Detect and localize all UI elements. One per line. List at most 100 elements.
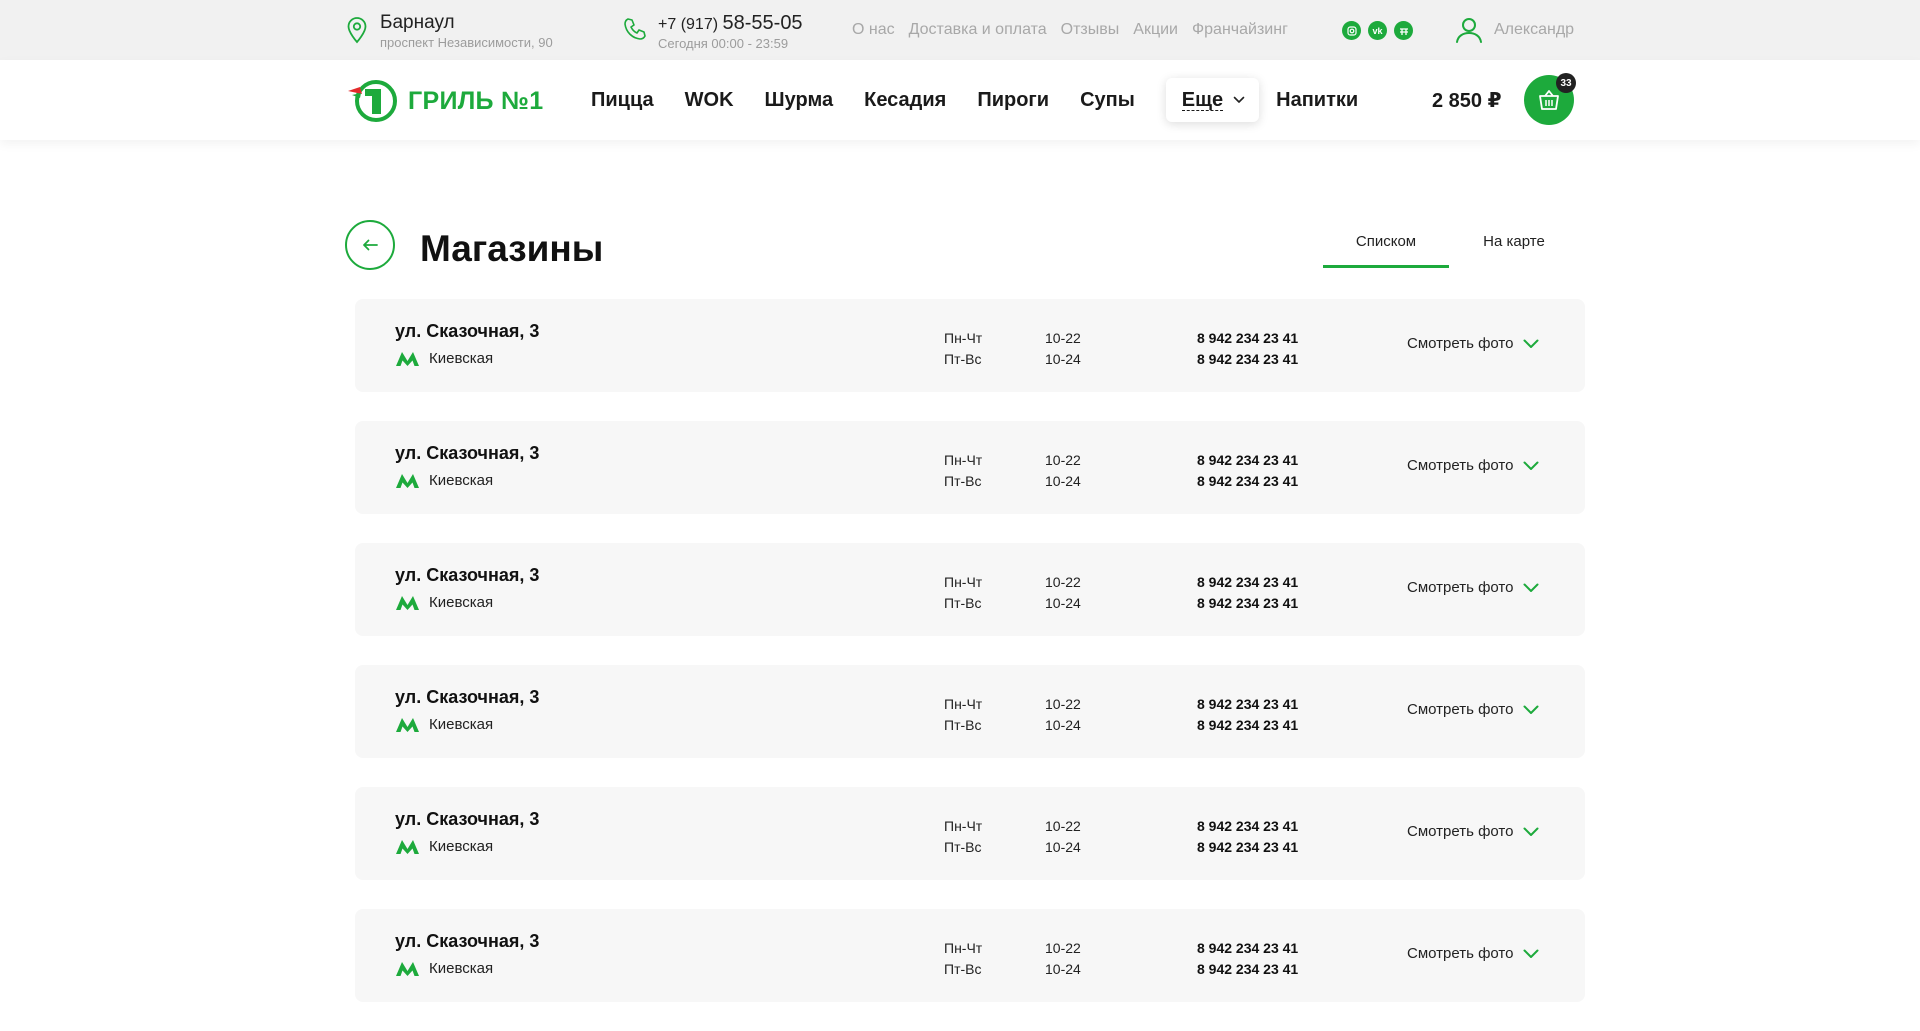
hours-weekend: 10-24 xyxy=(1045,351,1081,367)
nav-item-soups[interactable]: Супы xyxy=(1080,89,1135,112)
view-photo-button[interactable]: Смотреть фото xyxy=(1407,579,1539,596)
phone-link[interactable]: 8 942 234 23 41 xyxy=(1197,450,1298,471)
metro-station: Киевская xyxy=(395,350,493,367)
days-weekday: Пн-Чт xyxy=(944,574,983,590)
phone-icon xyxy=(624,18,646,40)
phone-link[interactable]: 8 942 234 23 41 xyxy=(1197,938,1298,959)
days-weekend: Пт-Вс xyxy=(944,595,982,611)
user-name: Александр xyxy=(1494,21,1575,38)
days-weekday: Пн-Чт xyxy=(944,330,983,346)
phone-link[interactable]: 8 942 234 23 41 xyxy=(1197,572,1298,593)
page-title: Магазины xyxy=(420,228,604,269)
link-reviews[interactable]: Отзывы xyxy=(1061,21,1120,39)
chevron-down-icon xyxy=(1523,705,1539,714)
view-photo-button[interactable]: Смотреть фото xyxy=(1407,823,1539,840)
nav-item-pizza[interactable]: Пицца xyxy=(591,89,654,112)
user-icon xyxy=(1456,18,1482,43)
store-address: ул. Сказочная, 3 xyxy=(395,443,540,463)
link-delivery[interactable]: Доставка и оплата xyxy=(909,21,1047,39)
nav-item-drinks[interactable]: Напитки xyxy=(1276,89,1358,112)
link-franchise[interactable]: Франчайзинг xyxy=(1192,21,1288,39)
vk-icon[interactable]: vk xyxy=(1368,21,1387,40)
cart-button[interactable]: 33 xyxy=(1524,73,1576,125)
link-promotions[interactable]: Акции xyxy=(1133,21,1178,39)
view-photo-button[interactable]: Смотреть фото xyxy=(1407,335,1539,352)
chevron-down-icon xyxy=(1523,827,1539,836)
cart-count-badge: 33 xyxy=(1556,73,1576,93)
metro-station: Киевская xyxy=(395,716,493,733)
store-phones: 8 942 234 23 41 8 942 234 23 41 xyxy=(1197,816,1298,858)
phone-link[interactable]: 8 942 234 23 41 xyxy=(1197,816,1298,837)
days-weekday: Пн-Чт xyxy=(944,696,983,712)
instagram-icon[interactable] xyxy=(1342,21,1361,40)
hours-weekday: 10-22 xyxy=(1045,330,1081,346)
tab-list-view[interactable]: Списком xyxy=(1323,222,1449,268)
store-card: ул. Сказочная, 3 Киевская Пн-Чт Пт-Вс 10-… xyxy=(355,543,1585,636)
user-account[interactable]: Александр xyxy=(1454,16,1574,44)
nav-item-wok[interactable]: WOK xyxy=(685,89,734,112)
title-row: Магазины Списком На карте xyxy=(0,140,1920,270)
metro-name: Киевская xyxy=(429,594,494,611)
hours-weekday: 10-22 xyxy=(1045,940,1081,956)
working-hours: 10-22 10-24 xyxy=(1045,938,1081,980)
days-weekend: Пт-Вс xyxy=(944,473,982,489)
view-photo-label: Смотреть фото xyxy=(1407,823,1514,840)
chevron-down-icon xyxy=(1523,339,1539,348)
city-name[interactable]: Барнаул xyxy=(380,12,553,34)
hours-weekend: 10-24 xyxy=(1045,717,1081,733)
phone-link[interactable]: 8 942 234 23 41 xyxy=(1197,715,1298,736)
nav-item-shawarma[interactable]: Шурма xyxy=(765,89,834,112)
store-address: ул. Сказочная, 3 xyxy=(395,809,540,829)
metro-icon xyxy=(396,595,419,610)
phone-link[interactable]: 8 942 234 23 41 xyxy=(1197,694,1298,715)
working-hours: 10-22 10-24 xyxy=(1045,328,1081,370)
view-photo-label: Смотреть фото xyxy=(1407,457,1514,474)
top-bar: Барнаул проспект Независимости, 90 +7 (9… xyxy=(0,0,1920,60)
store-phones: 8 942 234 23 41 8 942 234 23 41 xyxy=(1197,938,1298,980)
hours-weekend: 10-24 xyxy=(1045,839,1081,855)
main-header: ГРИЛЬ №1 Пицца WOK Шурма Кесадия Пироги … xyxy=(0,60,1920,140)
working-days: Пн-Чт Пт-Вс xyxy=(944,328,982,370)
link-about[interactable]: О нас xyxy=(852,21,895,39)
phone-number[interactable]: +7 (917) 58-55-05 xyxy=(658,12,803,36)
working-hours: 10-22 10-24 xyxy=(1045,694,1081,736)
view-photo-label: Смотреть фото xyxy=(1407,335,1514,352)
days-weekend: Пт-Вс xyxy=(944,717,982,733)
cart-total: 2 850 ₽ xyxy=(1432,90,1502,112)
working-days: Пн-Чт Пт-Вс xyxy=(944,938,982,980)
chevron-down-icon xyxy=(1523,949,1539,958)
view-photo-button[interactable]: Смотреть фото xyxy=(1407,701,1539,718)
working-days: Пн-Чт Пт-Вс xyxy=(944,572,982,614)
metro-station: Киевская xyxy=(395,472,493,489)
store-card: ул. Сказочная, 3 Киевская Пн-Чт Пт-Вс 10-… xyxy=(355,909,1585,1002)
working-days: Пн-Чт Пт-Вс xyxy=(944,694,982,736)
phone-link[interactable]: 8 942 234 23 41 xyxy=(1197,328,1298,349)
phone-prefix: +7 (917) xyxy=(658,16,719,33)
phone-link[interactable]: 8 942 234 23 41 xyxy=(1197,593,1298,614)
nav-item-quesadilla[interactable]: Кесадия xyxy=(864,89,946,112)
view-photo-button[interactable]: Смотреть фото xyxy=(1407,457,1539,474)
logo[interactable]: ГРИЛЬ №1 xyxy=(346,76,543,126)
metro-name: Киевская xyxy=(429,350,494,367)
nav-more-dropdown[interactable]: Еще xyxy=(1165,78,1260,122)
main-nav: Пицца WOK Шурма Кесадия Пироги Супы Еще … xyxy=(591,60,1389,140)
hours-weekend: 10-24 xyxy=(1045,595,1081,611)
telegram-icon[interactable] xyxy=(1394,21,1413,40)
nav-item-pies[interactable]: Пироги xyxy=(977,89,1049,112)
store-address: ул. Сказочная, 3 xyxy=(395,687,540,707)
phone-link[interactable]: 8 942 234 23 41 xyxy=(1197,349,1298,370)
store-card: ул. Сказочная, 3 Киевская Пн-Чт Пт-Вс 10-… xyxy=(355,665,1585,758)
tab-map-view[interactable]: На карте xyxy=(1451,222,1577,268)
view-photo-label: Смотреть фото xyxy=(1407,945,1514,962)
view-photo-button[interactable]: Смотреть фото xyxy=(1407,945,1539,962)
chevron-down-icon xyxy=(1523,583,1539,592)
store-address: ул. Сказочная, 3 xyxy=(395,931,540,951)
phone-link[interactable]: 8 942 234 23 41 xyxy=(1197,471,1298,492)
phone-link[interactable]: 8 942 234 23 41 xyxy=(1197,959,1298,980)
metro-station: Киевская xyxy=(395,838,493,855)
store-card: ул. Сказочная, 3 Киевская Пн-Чт Пт-Вс 10-… xyxy=(355,299,1585,392)
city-selector[interactable]: Барнаул проспект Независимости, 90 xyxy=(346,12,553,52)
logo-text: ГРИЛЬ №1 xyxy=(408,86,544,115)
phone-link[interactable]: 8 942 234 23 41 xyxy=(1197,837,1298,858)
back-button[interactable] xyxy=(345,220,395,270)
